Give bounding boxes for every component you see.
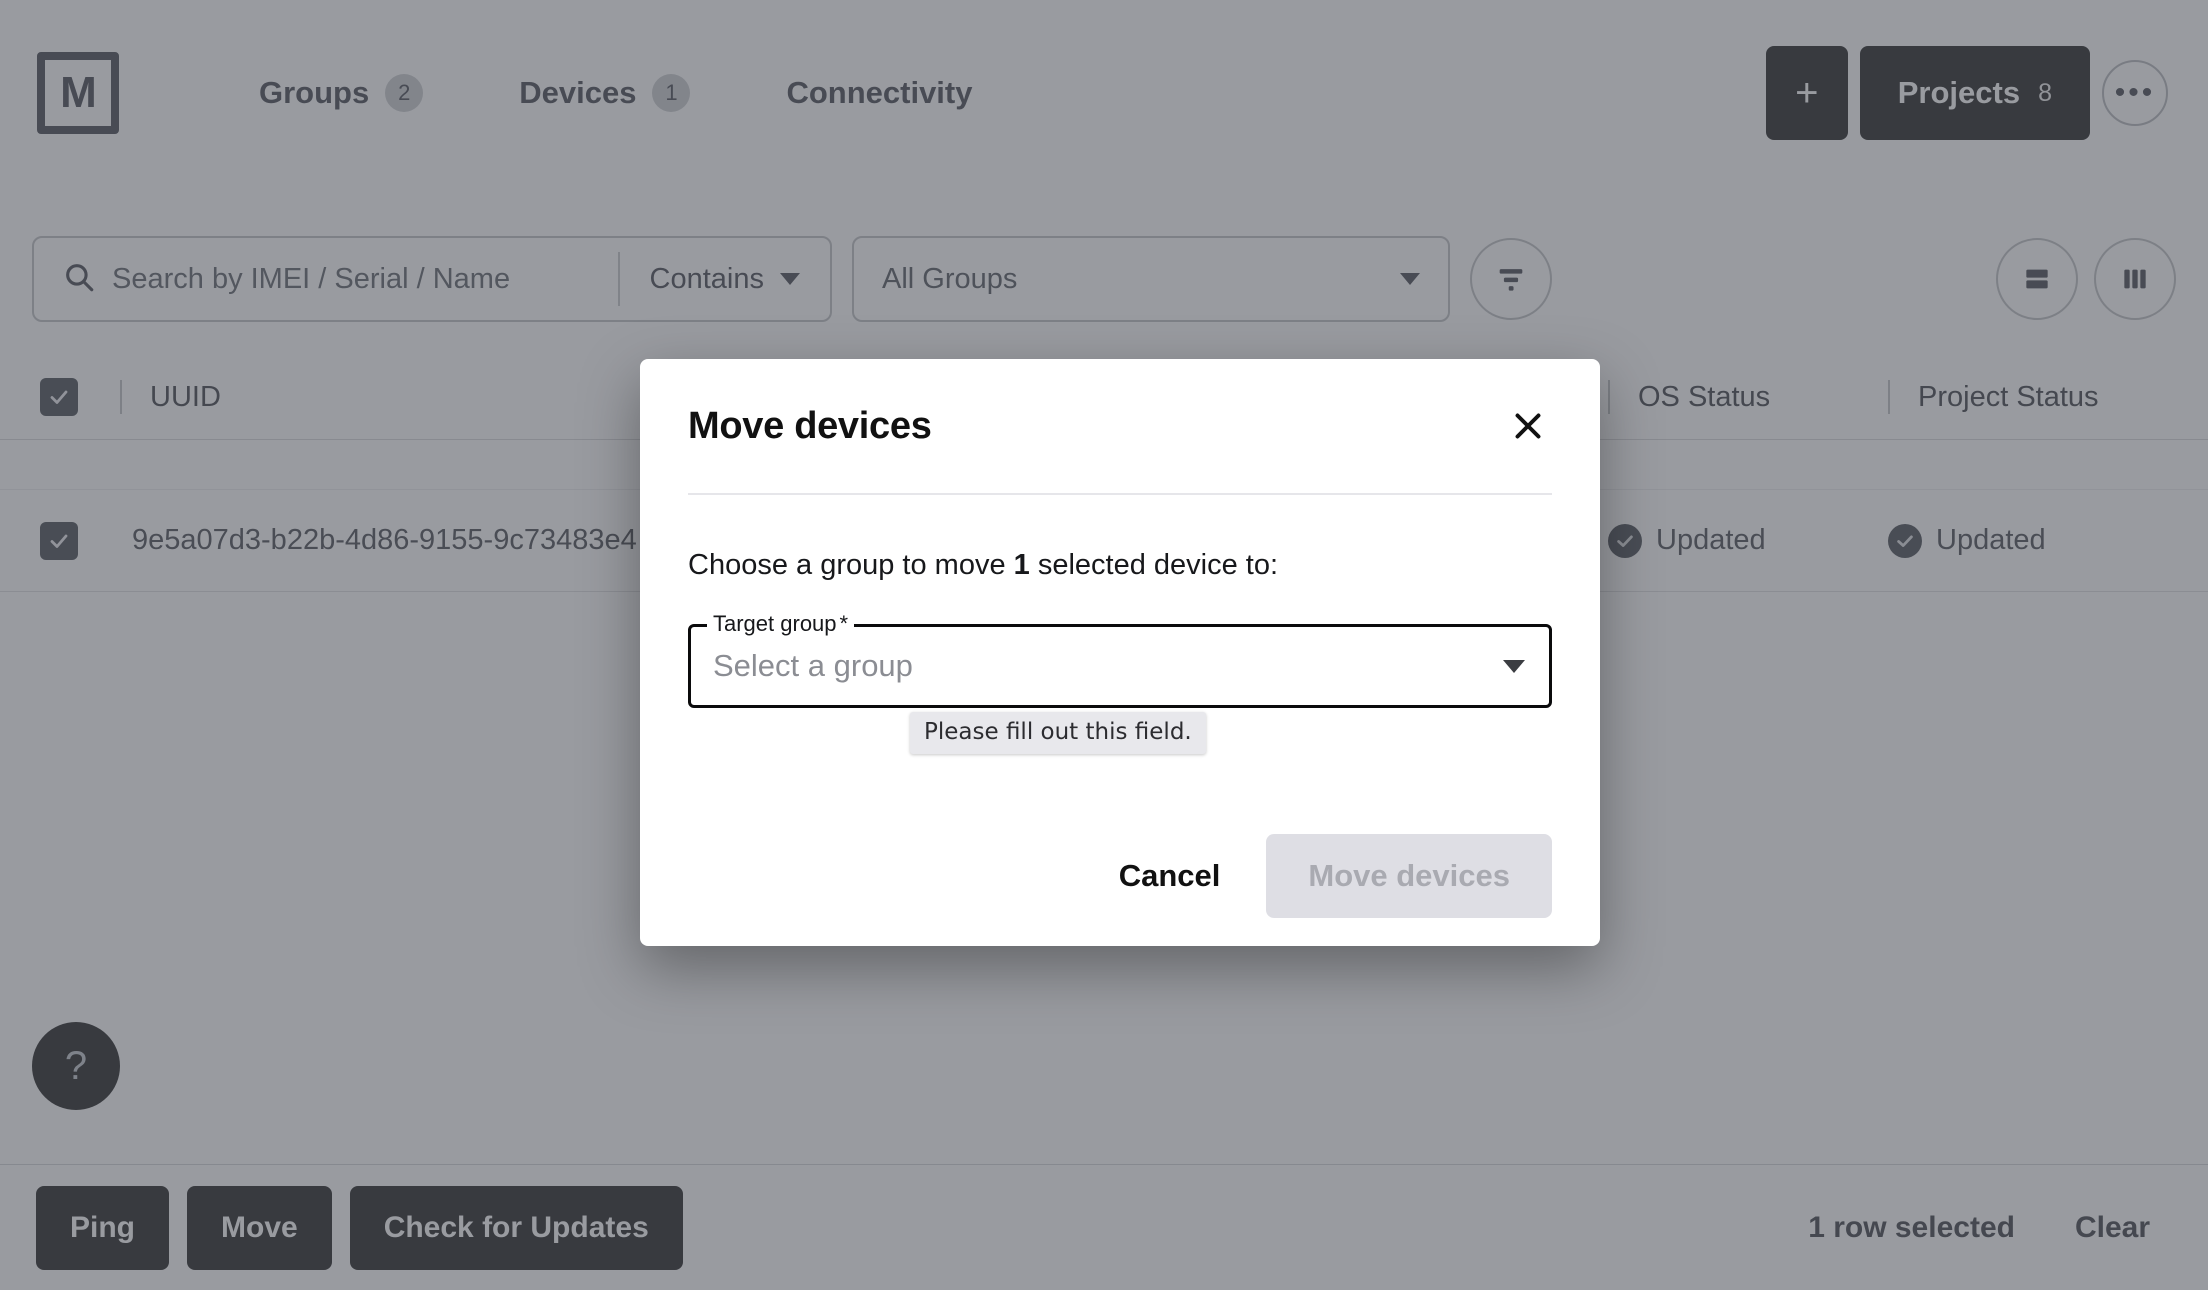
dialog-title: Move devices bbox=[688, 404, 932, 447]
dialog-prompt-prefix: Choose a group to move bbox=[688, 549, 1014, 581]
chevron-down-icon bbox=[1503, 659, 1525, 673]
close-icon bbox=[1515, 413, 1541, 439]
dialog-prompt-count: 1 bbox=[1013, 549, 1030, 581]
required-marker: * bbox=[839, 611, 849, 636]
dialog-prompt-suffix: selected device to: bbox=[1029, 549, 1279, 581]
dialog-header: Move devices bbox=[688, 359, 1552, 495]
target-group-placeholder: Select a group bbox=[713, 648, 913, 683]
submit-move-devices-button[interactable]: Move devices bbox=[1266, 834, 1552, 918]
dialog-footer: Cancel Move devices bbox=[688, 806, 1552, 946]
target-group-label: Target group * bbox=[707, 611, 855, 636]
target-group-label-text: Target group bbox=[713, 611, 837, 636]
validation-tooltip: Please fill out this field. bbox=[910, 712, 1206, 754]
dialog-body: Choose a group to move 1 selected device… bbox=[688, 495, 1552, 754]
close-dialog-button[interactable] bbox=[1504, 402, 1552, 450]
dialog-prompt: Choose a group to move 1 selected device… bbox=[688, 549, 1552, 582]
move-devices-dialog: Move devices Choose a group to move 1 se… bbox=[640, 359, 1600, 946]
target-group-field-wrapper: Target group * Select a group Please fill… bbox=[688, 613, 1552, 754]
cancel-button[interactable]: Cancel bbox=[1113, 858, 1227, 894]
target-group-select[interactable]: Target group * Select a group bbox=[688, 613, 1552, 708]
